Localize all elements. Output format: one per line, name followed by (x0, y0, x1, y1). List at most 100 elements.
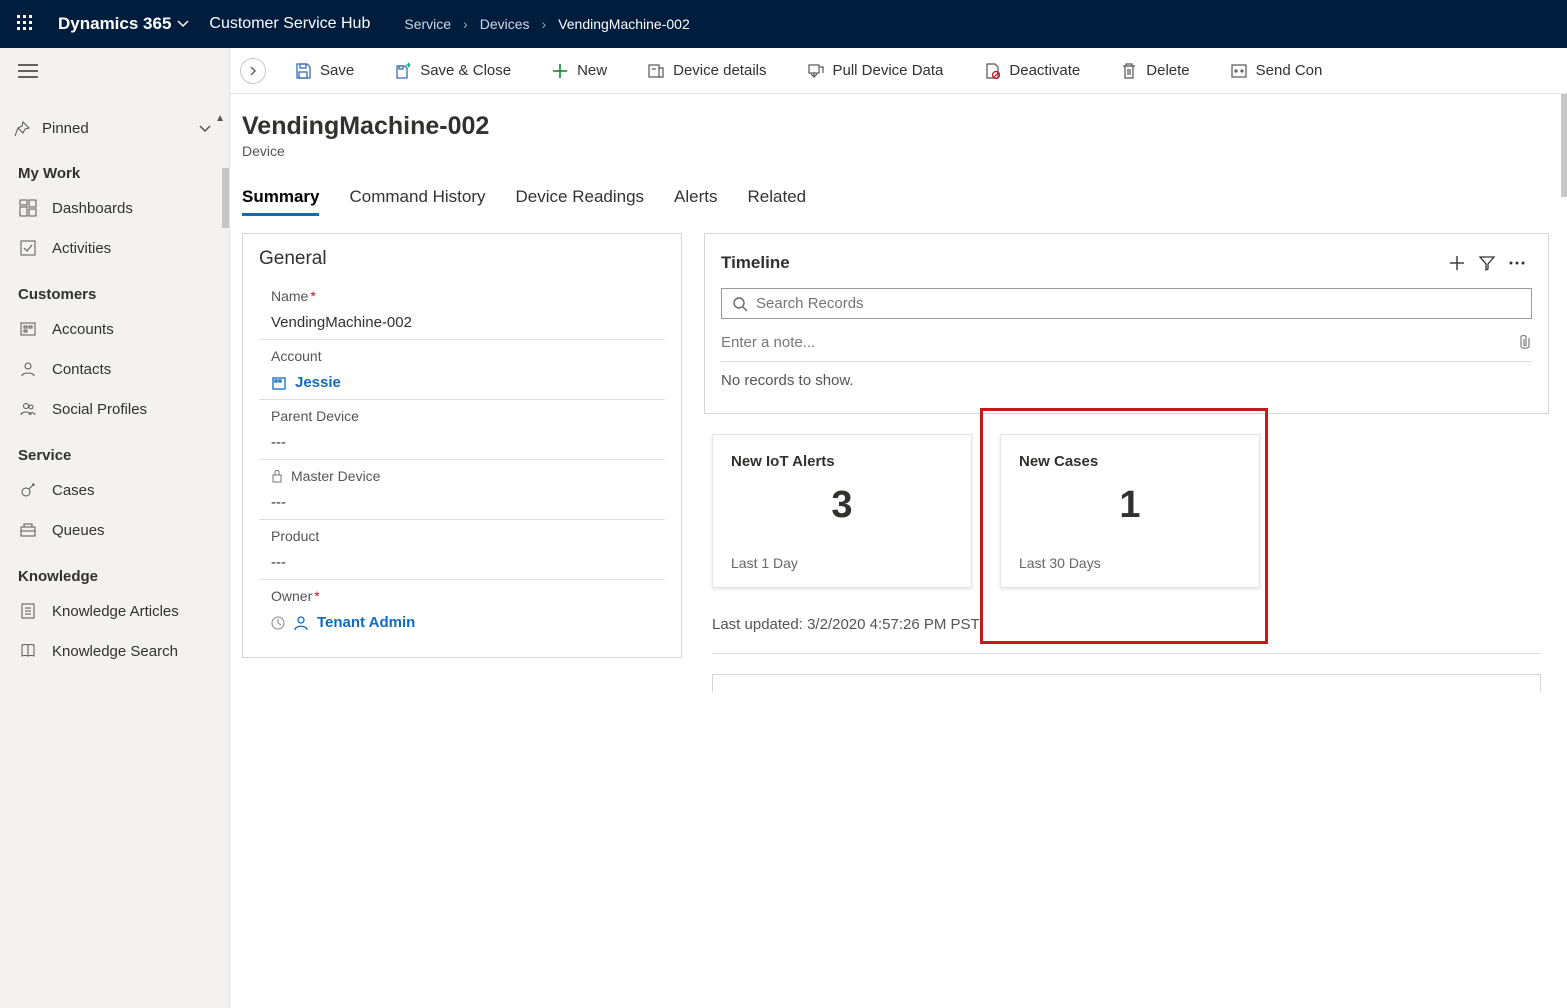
sidebar-scrollbar[interactable] (222, 168, 229, 228)
sidebar-item-social-profiles[interactable]: Social Profiles (0, 389, 229, 429)
general-panel: General Name* VendingMachine-002 Account… (242, 233, 682, 658)
sidebar-item-contacts[interactable]: Contacts (0, 349, 229, 389)
queues-icon (18, 520, 38, 540)
sidebar-group-knowledge: Knowledge (0, 550, 229, 591)
save-button[interactable]: Save (284, 58, 364, 84)
entity-label: Device (242, 143, 1549, 159)
tab-device-readings[interactable]: Device Readings (516, 181, 645, 216)
social-profiles-icon (18, 399, 38, 419)
field-product[interactable]: Product --- (259, 520, 665, 580)
card-new-iot-alerts[interactable]: New IoT Alerts 3 Last 1 Day (712, 434, 972, 588)
field-value: --- (271, 554, 665, 571)
field-value: --- (271, 434, 665, 451)
chevron-down-icon (199, 123, 211, 135)
cases-icon (18, 480, 38, 500)
tab-command-history[interactable]: Command History (349, 181, 485, 216)
content-scrollbar[interactable] (1561, 94, 1567, 197)
expand-command-icon[interactable] (240, 58, 266, 84)
field-value-link[interactable]: Jessie (271, 374, 665, 391)
field-account[interactable]: Account Jessie (259, 340, 665, 400)
page-title: VendingMachine-002 (242, 112, 1549, 141)
tab-summary[interactable]: Summary (242, 181, 319, 216)
tab-alerts[interactable]: Alerts (674, 181, 717, 216)
sidebar-item-label: Activities (52, 240, 111, 257)
brand[interactable]: Dynamics 365 (58, 14, 171, 34)
search-icon (732, 296, 748, 312)
app-launcher-icon[interactable] (8, 6, 44, 42)
sidebar-item-dashboards[interactable]: Dashboards (0, 188, 229, 228)
sidebar-item-label: Queues (52, 522, 105, 539)
sidebar-item-knowledge-search[interactable]: Knowledge Search (0, 631, 229, 671)
field-label: Master Device (291, 468, 380, 484)
crumb-devices[interactable]: Devices (476, 16, 534, 32)
timeline-panel: Timeline Enter a note... (704, 233, 1549, 414)
sidebar-item-label: Social Profiles (52, 401, 147, 418)
field-value: --- (271, 494, 665, 511)
sidebar-item-cases[interactable]: Cases (0, 470, 229, 510)
sidebar-group-service: Service (0, 429, 229, 470)
delete-icon (1120, 62, 1138, 80)
device-details-icon (647, 62, 665, 80)
cmd-label: Device details (673, 62, 766, 79)
send-command-button[interactable]: Send Con (1220, 58, 1333, 84)
timeline-more-button[interactable] (1502, 248, 1532, 278)
timeline-empty: No records to show. (721, 372, 1532, 389)
field-master-device[interactable]: Master Device --- (259, 460, 665, 520)
note-input-row[interactable]: Enter a note... (721, 333, 1532, 362)
pull-device-data-button[interactable]: Pull Device Data (797, 58, 954, 84)
note-placeholder: Enter a note... (721, 334, 1518, 351)
cmd-label: Send Con (1256, 62, 1323, 79)
save-close-button[interactable]: Save & Close (384, 58, 521, 84)
sidebar-item-accounts[interactable]: Accounts (0, 309, 229, 349)
plus-icon (551, 62, 569, 80)
cmd-label: New (577, 62, 607, 79)
timeline-add-button[interactable] (1442, 248, 1472, 278)
timeline-search[interactable] (721, 288, 1532, 319)
field-label: Name (271, 288, 308, 304)
person-icon (293, 615, 309, 631)
crumb-service[interactable]: Service (400, 16, 455, 32)
chevron-right-icon: › (463, 16, 468, 32)
command-bar: Save Save & Close New Device details Pul… (230, 48, 1567, 94)
field-owner[interactable]: Owner* Tenant Admin (259, 580, 665, 639)
chevron-right-icon: › (542, 16, 547, 32)
deactivate-icon (983, 62, 1001, 80)
pull-data-icon (807, 62, 825, 80)
delete-button[interactable]: Delete (1110, 58, 1199, 84)
accounts-icon (18, 319, 38, 339)
search-input[interactable] (756, 295, 1521, 312)
section-title: General (259, 248, 665, 270)
tab-related[interactable]: Related (748, 181, 807, 216)
sidebar-item-knowledge-articles[interactable]: Knowledge Articles (0, 591, 229, 631)
hamburger-icon[interactable] (0, 52, 229, 90)
sidebar-item-label: Contacts (52, 361, 111, 378)
required-icon: * (310, 288, 315, 304)
next-panel (712, 674, 1541, 692)
save-icon (294, 62, 312, 80)
device-details-button[interactable]: Device details (637, 58, 776, 84)
highlight-box (980, 408, 1268, 644)
field-name[interactable]: Name* VendingMachine-002 (259, 280, 665, 340)
collapse-caret-icon[interactable]: ▲ (215, 113, 225, 124)
field-parent-device[interactable]: Parent Device --- (259, 400, 665, 460)
knowledge-search-icon (18, 641, 38, 661)
deactivate-button[interactable]: Deactivate (973, 58, 1090, 84)
attach-icon[interactable] (1518, 333, 1532, 351)
timeline-title: Timeline (721, 253, 1442, 273)
sidebar-pinned[interactable]: Pinned (0, 110, 229, 147)
field-label: Product (271, 528, 319, 544)
brand-chevron-down-icon[interactable] (177, 18, 189, 30)
hub-name[interactable]: Customer Service Hub (209, 15, 370, 33)
pinned-label: Pinned (42, 120, 199, 137)
cmd-label: Save & Close (420, 62, 511, 79)
new-button[interactable]: New (541, 58, 617, 84)
send-command-icon (1230, 62, 1248, 80)
field-value-link[interactable]: Tenant Admin (271, 614, 665, 631)
timeline-filter-button[interactable] (1472, 248, 1502, 278)
card-title: New IoT Alerts (731, 453, 953, 470)
pin-icon (14, 121, 30, 137)
sidebar-item-queues[interactable]: Queues (0, 510, 229, 550)
sidebar-item-activities[interactable]: Activities (0, 228, 229, 268)
field-value: VendingMachine-002 (271, 314, 665, 331)
sidebar-item-label: Accounts (52, 321, 114, 338)
